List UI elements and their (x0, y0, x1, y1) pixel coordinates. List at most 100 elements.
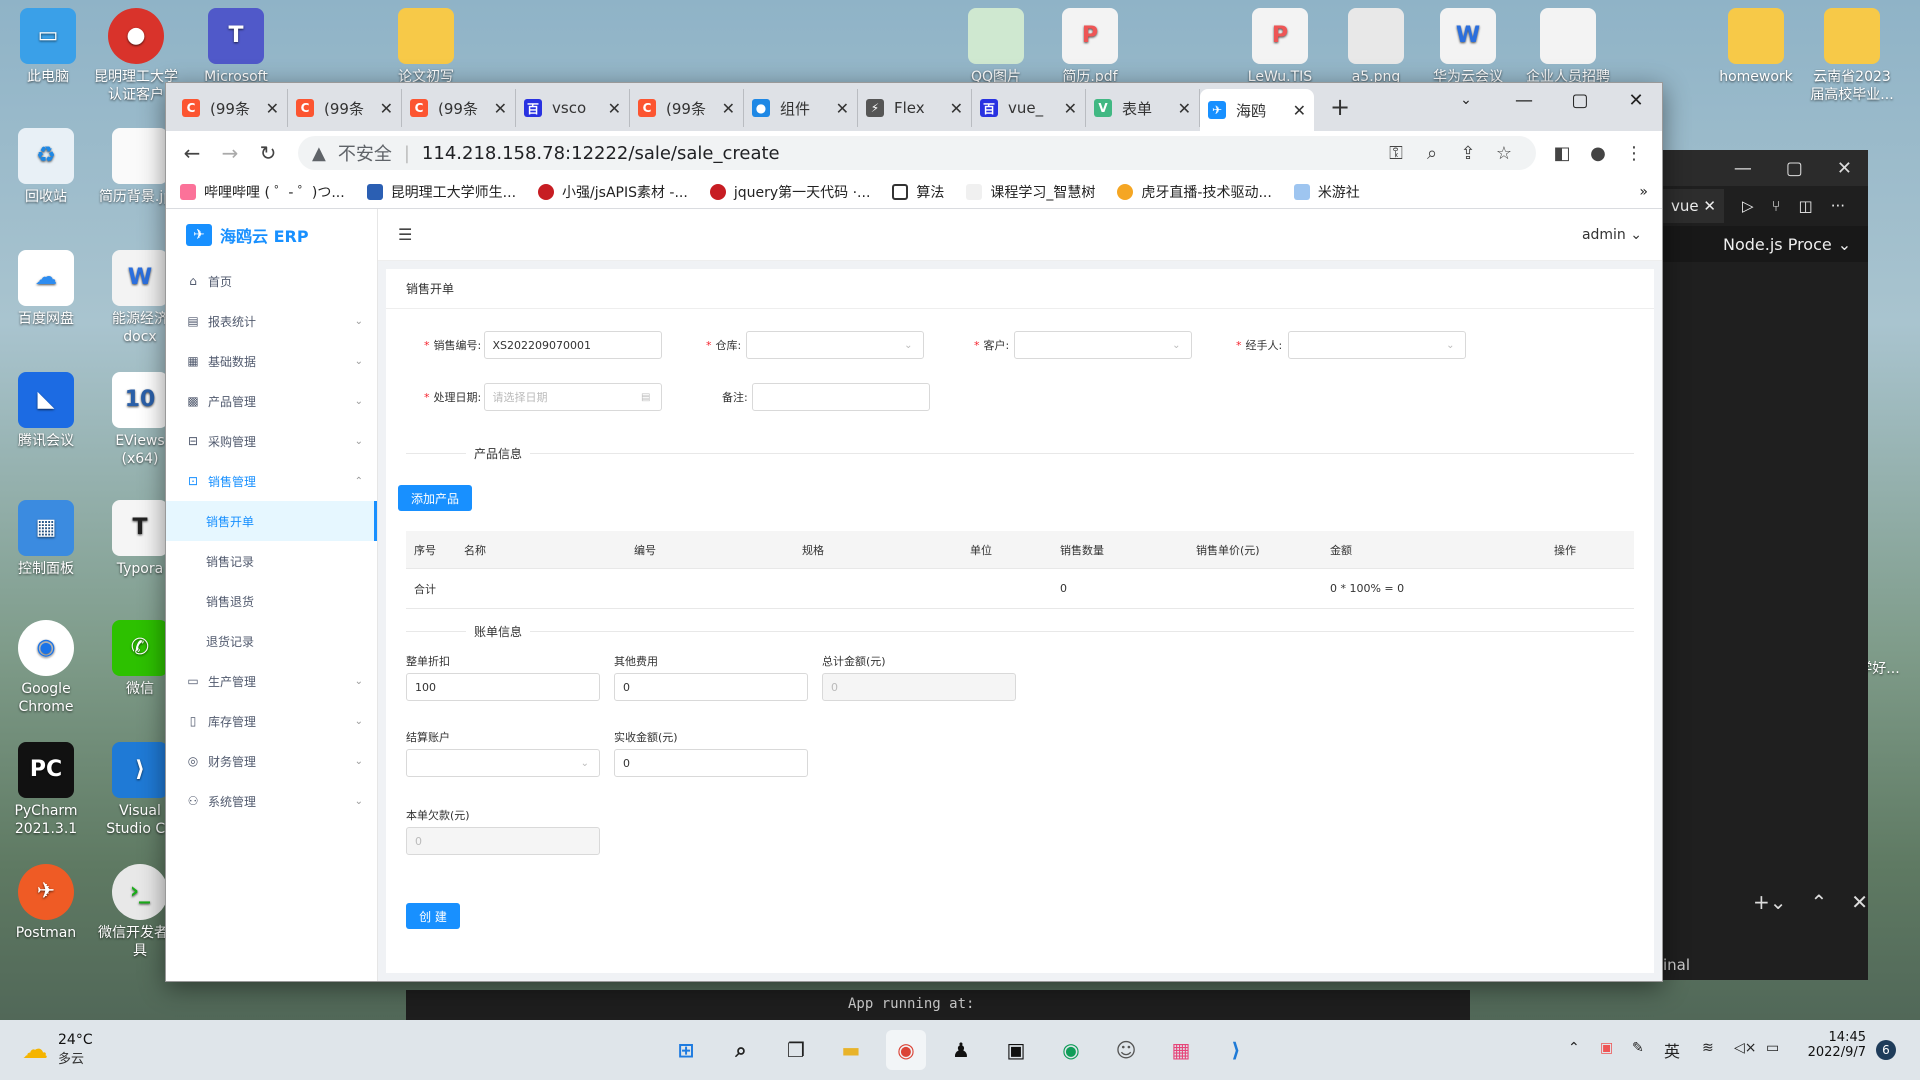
desktop-icon-folder[interactable]: 论文初写 (382, 8, 470, 86)
close-panel-icon[interactable]: ✕ (1851, 890, 1868, 914)
desktop-icon-chrome[interactable]: ◉ Google Chrome (2, 620, 90, 716)
vscode-taskbar-icon[interactable]: ⟩ (1216, 1030, 1256, 1070)
browser-tab[interactable]: ● 组件 ✕ (744, 89, 858, 127)
desktop-icon-recycle-bin[interactable]: ♻ 回收站 (2, 128, 90, 206)
bookmark-kmust[interactable]: 昆明理工大学师生... (366, 182, 516, 202)
browser-tab[interactable]: 百 vsco ✕ (516, 89, 630, 127)
menu-item-finance[interactable]: ◎ 财务管理 ⌄ (166, 741, 377, 781)
browser-tab[interactable]: C (99条 ✕ (288, 89, 402, 127)
browser-tab[interactable]: ⚡ Flex ✕ (858, 89, 972, 127)
close-tab-icon[interactable]: ✕ (608, 99, 621, 118)
minimize-icon[interactable]: — (1734, 158, 1752, 179)
qq-icon[interactable]: ♟ (941, 1030, 981, 1070)
close-tab-icon[interactable]: ✕ (950, 99, 963, 118)
clock[interactable]: 14:45 2022/9/7 (1800, 1030, 1866, 1060)
submenu-item-sale-create[interactable]: 销售开单 (166, 501, 377, 541)
bookmark-gitee-jquery[interactable]: jquery第一天代码 ·... (709, 182, 870, 202)
chrome-taskbar-icon[interactable]: ◉ (886, 1030, 926, 1070)
user-dropdown[interactable]: admin ⌄ (1582, 227, 1642, 243)
submenu-item-sale-return[interactable]: 销售退货 (166, 581, 377, 621)
other-fee-input[interactable]: 0 (614, 673, 808, 701)
bookmark-miyoushe[interactable]: 米游社 (1293, 182, 1360, 202)
devtools-taskbar-icon[interactable]: ☺ (1106, 1030, 1146, 1070)
browser-tab[interactable]: V 表单 ✕ (1086, 89, 1200, 127)
sale-no-input[interactable]: XS202209070001 (483, 331, 662, 359)
browser-tab[interactable]: C (99条 ✕ (402, 89, 516, 127)
task-view-icon[interactable]: ❐ (776, 1030, 816, 1070)
desktop-icon-resume-pdf[interactable]: P 简历.pdf (1046, 8, 1134, 86)
desktop-icon-tencent-meeting[interactable]: ◣ 腾讯会议 (2, 372, 90, 450)
bookmark-algorithm[interactable]: 算法 (892, 182, 944, 202)
note-input[interactable] (752, 383, 930, 411)
desktop-icon-postman[interactable]: ✈ Postman (2, 864, 90, 942)
account-select[interactable]: ⌄ (406, 749, 600, 777)
desktop-icon-teams[interactable]: T Microsoft (192, 8, 280, 86)
submenu-item-return-records[interactable]: 退货记录 (166, 621, 377, 661)
star-icon[interactable]: ☆ (1486, 143, 1522, 164)
security-label[interactable]: 不安全 (338, 140, 392, 166)
zoom-icon[interactable]: ⌕ (1414, 143, 1450, 164)
chevron-up-icon[interactable]: ⌃ (1811, 890, 1828, 914)
chrome-taskbar-icon-2[interactable]: ◉ (1051, 1030, 1091, 1070)
notification-badge[interactable]: 6 (1876, 1040, 1896, 1060)
menu-item-products[interactable]: ▩ 产品管理 ⌄ (166, 381, 377, 421)
browser-tab[interactable]: C (99条 ✕ (630, 89, 744, 127)
close-tab-icon[interactable]: ✕ (836, 99, 849, 118)
desktop-icon-qq-image[interactable]: QQ图片 (952, 8, 1040, 86)
file-explorer-icon[interactable]: ▬ (831, 1030, 871, 1070)
share-icon[interactable]: ⇪ (1450, 143, 1486, 164)
close-tab-icon[interactable]: ✕ (266, 99, 279, 118)
menu-item-reports[interactable]: ▤ 报表统计 ⌄ (166, 301, 377, 341)
desktop-icon-control-panel[interactable]: ▦ 控制面板 (2, 500, 90, 578)
profile-icon[interactable]: ● (1580, 143, 1616, 164)
close-tab-icon[interactable]: ✕ (380, 99, 393, 118)
browser-tab[interactable]: C (99条 ✕ (174, 89, 288, 127)
browser-tab[interactable]: 百 vue_ ✕ (972, 89, 1086, 127)
desktop-icon-this-pc[interactable]: ▭ 此电脑 (4, 8, 92, 86)
maximize-icon[interactable]: ▢ (1786, 158, 1803, 179)
customer-select[interactable]: ⌄ (1013, 331, 1192, 359)
date-picker[interactable]: 请选择日期 ▤ (483, 383, 662, 411)
ime-indicator[interactable]: 英 (1664, 1038, 1680, 1062)
branch-icon[interactable]: ⑂ (1772, 197, 1781, 215)
menu-dots-icon[interactable]: ⋮ (1616, 143, 1652, 164)
maximize-icon[interactable]: ▢ (1552, 83, 1608, 117)
close-window-icon[interactable]: ✕ (1608, 83, 1664, 117)
menu-item-basic-data[interactable]: ▦ 基础数据 ⌄ (166, 341, 377, 381)
add-product-button[interactable]: 添加产品 (398, 485, 472, 511)
desktop-icon-pycharm[interactable]: PC PyCharm 2021.3.1 (2, 742, 90, 838)
start-icon[interactable]: ⊞ (666, 1030, 706, 1070)
bilibili-taskbar-icon[interactable]: ▦ (1161, 1030, 1201, 1070)
tray-app-icon[interactable]: ▣ (1600, 1040, 1613, 1056)
menu-item-system[interactable]: ⚇ 系统管理 ⌄ (166, 781, 377, 821)
desktop-icon-huawei-meeting[interactable]: W 华为云会议 (1424, 8, 1512, 86)
weather-widget[interactable]: ☁ 24°C 多云 (22, 1032, 93, 1067)
desktop-icon-homework[interactable]: homework (1712, 8, 1800, 86)
menu-item-production[interactable]: ▭ 生产管理 ⌄ (166, 661, 377, 701)
run-icon[interactable]: ▷ (1742, 197, 1754, 215)
menu-item-home[interactable]: ⌂ 首页 (166, 261, 377, 301)
warehouse-select[interactable]: ⌄ (745, 331, 924, 359)
wifi-icon[interactable]: ≋ (1702, 1040, 1714, 1056)
sidebar-panel-icon[interactable]: ◧ (1544, 143, 1580, 164)
submenu-item-sale-records[interactable]: 销售记录 (166, 541, 377, 581)
received-amount-input[interactable]: 0 (614, 749, 808, 777)
close-tab-icon[interactable]: ✕ (722, 99, 735, 118)
desktop-icon-lewu[interactable]: P LeWu.TIS (1236, 8, 1324, 86)
key-icon[interactable]: ⚿ (1378, 143, 1414, 164)
split-icon[interactable]: ◫ (1799, 197, 1813, 215)
menu-item-purchase[interactable]: ⊟ 采购管理 ⌄ (166, 421, 377, 461)
close-tab-icon[interactable]: ✕ (494, 99, 507, 118)
url-text[interactable]: 114.218.158.78:12222/sale/sale_create (422, 143, 780, 164)
bookmark-huya[interactable]: 虎牙直播-技术驱动... (1117, 182, 1272, 202)
bookmark-bilibili[interactable]: 哔哩哔哩 ( ゜- ゜)つ... (180, 182, 345, 202)
battery-icon[interactable]: ▭ (1766, 1040, 1779, 1056)
bookmark-zhihuishu[interactable]: 课程学习_智慧树 (966, 182, 1095, 202)
terminal-icon[interactable]: ▣ (996, 1030, 1036, 1070)
discount-input[interactable]: 100 (406, 673, 600, 701)
volume-icon[interactable]: ◁× (1734, 1040, 1757, 1056)
desktop-icon-recruit[interactable]: 企业人员招聘 (1524, 8, 1612, 86)
more-icon[interactable]: ··· (1831, 197, 1845, 215)
add-terminal-icon[interactable]: +⌄ (1753, 890, 1787, 914)
menu-item-sales[interactable]: ⊡ 销售管理 ⌃ (166, 461, 377, 501)
